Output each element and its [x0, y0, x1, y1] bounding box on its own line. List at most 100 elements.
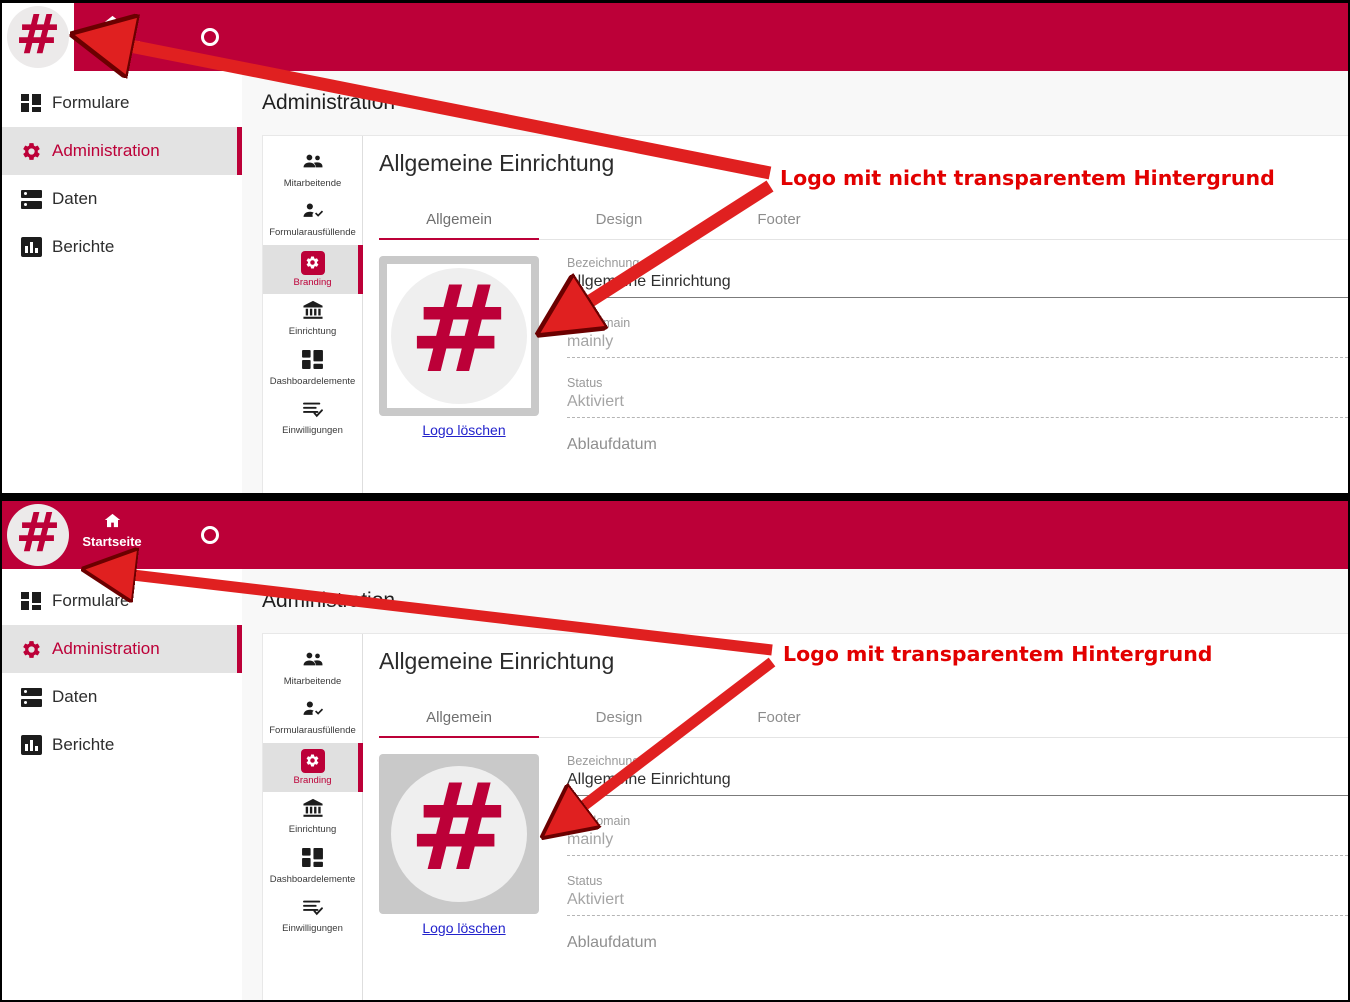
tab-design[interactable]: Design: [539, 203, 699, 239]
tab-allgemein[interactable]: Allgemein: [379, 701, 539, 738]
field-label: Ablaufdatum: [567, 436, 657, 453]
rail-item-label: Dashboardelemente: [269, 873, 356, 885]
rail-icon-wrap: [265, 650, 360, 674]
bank-icon: [302, 798, 324, 823]
sidebar-icon-wrap: [14, 237, 48, 257]
nav-home-label: Startseite: [82, 534, 142, 549]
field-value[interactable]: mainly: [567, 831, 1348, 856]
logo-delete-link[interactable]: Logo löschen: [379, 422, 549, 438]
record-circle-icon[interactable]: [201, 28, 219, 46]
brand-logo[interactable]: #: [2, 501, 74, 569]
sidebar-item-formulare[interactable]: Formulare: [2, 577, 242, 625]
rail-icon-wrap: [265, 300, 360, 324]
logo-delete-link[interactable]: Logo löschen: [379, 920, 549, 936]
tab-footer[interactable]: Footer: [699, 701, 859, 737]
database-icon: [20, 189, 42, 209]
sidebar-item-label: Formulare: [52, 93, 130, 112]
app-body: Formulare Administration Daten Berichte Admi…: [2, 71, 1348, 493]
grid-forms-icon: [21, 592, 41, 610]
bar-chart-icon: [20, 735, 42, 755]
sidebar-item-label: Administration: [52, 141, 160, 160]
rail-item-mitarbeitende[interactable]: Mitarbeitende: [263, 146, 362, 195]
sidebar-item-label: Daten: [52, 687, 98, 706]
field-value[interactable]: Aktiviert: [567, 393, 1348, 418]
app-window-transparent: # Startseite Formulare Administration Daten B…: [2, 501, 1348, 1000]
logo-block: # Logo löschen: [379, 754, 549, 973]
rail-item-branding[interactable]: Branding: [263, 742, 363, 793]
rail-item-einwilligungen[interactable]: Einwilligungen: [263, 891, 362, 940]
tab-design[interactable]: Design: [539, 701, 699, 737]
screenshot-root: # Startseite Formulare Administration Daten B…: [0, 0, 1350, 1002]
nav-home-link[interactable]: Startseite: [82, 513, 142, 549]
field-value[interactable]: Allgemeine Einrichtung: [567, 771, 1348, 796]
rail-item-formularausfüllende[interactable]: Formularausfüllende: [263, 693, 362, 742]
settings-card: Mitarbeitende Formularausfüllende Branding…: [262, 633, 1348, 1000]
sidebar-item-label: Daten: [52, 189, 98, 208]
logo-preview-inner: #: [387, 762, 531, 906]
rail-item-label: Einrichtung: [288, 326, 337, 338]
rail-icon-wrap: [265, 748, 360, 773]
field-value[interactable]: Allgemeine Einrichtung: [567, 273, 1348, 298]
logo-preview-box[interactable]: #: [379, 256, 539, 416]
sidebar-item-berichte[interactable]: Berichte: [2, 721, 242, 769]
rail-item-label: Branding: [293, 276, 332, 288]
field-ablaufdatum[interactable]: Ablaufdatum: [567, 436, 1348, 461]
field-bezeichnung[interactable]: Bezeichnung Allgemeine Einrichtung: [567, 256, 1348, 302]
rail-item-formularausfüllende[interactable]: Formularausfüllende: [263, 195, 362, 244]
rail-item-label: Formularausfüllende: [269, 725, 356, 737]
field-value[interactable]: Aktiviert: [567, 891, 1348, 916]
sidebar-item-label: Berichte: [52, 237, 115, 256]
brand-logo-disk: #: [7, 504, 69, 566]
field-label: Subdomain: [567, 814, 631, 828]
gear-badge-icon: [300, 748, 325, 773]
bank-icon: [302, 300, 324, 325]
home-icon: [82, 513, 142, 532]
sidebar-item-label: Berichte: [52, 735, 115, 754]
rail-item-einrichtung[interactable]: Einrichtung: [263, 294, 362, 343]
app-body: Formulare Administration Daten Berichte Admi…: [2, 569, 1348, 1000]
field-value[interactable]: mainly: [567, 333, 1348, 358]
sidebar-item-administration[interactable]: Administration: [2, 625, 242, 673]
sidebar-icon-wrap: [14, 141, 48, 162]
sidebar-item-daten[interactable]: Daten: [2, 673, 242, 721]
sidebar-item-formulare[interactable]: Formulare: [2, 79, 242, 127]
rail-item-dashboardelemente[interactable]: Dashboardelemente: [263, 842, 362, 891]
hash-logo-glyph: #: [408, 261, 510, 400]
field-subdomain[interactable]: Subdomain mainly: [567, 814, 1348, 860]
sidebar-item-administration[interactable]: Administration: [2, 127, 242, 175]
nav-home-link[interactable]: Startseite: [82, 15, 142, 51]
brand-logo[interactable]: #: [2, 3, 74, 71]
field-bezeichnung[interactable]: Bezeichnung Allgemeine Einrichtung: [567, 754, 1348, 800]
app-window-opaque: # Startseite Formulare Administration Daten B…: [2, 3, 1348, 493]
sidebar-item-berichte[interactable]: Berichte: [2, 223, 242, 271]
rail-item-dashboardelemente[interactable]: Dashboardelemente: [263, 344, 362, 393]
rail-icon-wrap: [265, 699, 360, 723]
logo-block: # Logo löschen: [379, 256, 549, 475]
admin-icon-rail: Mitarbeitende Formularausfüllende Branding…: [263, 634, 363, 1000]
sidebar-item-label: Formulare: [52, 591, 130, 610]
logo-preview-disk: #: [391, 766, 527, 902]
field-ablaufdatum[interactable]: Ablaufdatum: [567, 934, 1348, 959]
rail-icon-wrap: [265, 201, 360, 225]
field-subdomain[interactable]: Subdomain mainly: [567, 316, 1348, 362]
gear-icon: [21, 639, 42, 660]
field-status[interactable]: Status Aktiviert: [567, 376, 1348, 422]
record-circle-icon[interactable]: [201, 526, 219, 544]
hash-logo-glyph: #: [15, 501, 61, 564]
sidebar-item-daten[interactable]: Daten: [2, 175, 242, 223]
field-status[interactable]: Status Aktiviert: [567, 874, 1348, 920]
sidebar-icon-wrap: [14, 687, 48, 707]
page-title: Administration: [262, 91, 396, 114]
logo-preview-disk: #: [391, 268, 527, 404]
tab-footer[interactable]: Footer: [699, 203, 859, 239]
rail-item-einwilligungen[interactable]: Einwilligungen: [263, 393, 362, 442]
rail-item-mitarbeitende[interactable]: Mitarbeitende: [263, 644, 362, 693]
rail-item-einrichtung[interactable]: Einrichtung: [263, 792, 362, 841]
rail-item-branding[interactable]: Branding: [263, 244, 363, 295]
rail-item-label: Mitarbeitende: [283, 178, 342, 189]
fields-list: Bezeichnung Allgemeine Einrichtung Subdoma…: [549, 754, 1348, 973]
logo-preview-box[interactable]: #: [379, 754, 539, 914]
tab-allgemein[interactable]: Allgemein: [379, 203, 539, 240]
rail-item-label: Formularausfüllende: [269, 227, 356, 239]
people-icon: [302, 153, 324, 176]
